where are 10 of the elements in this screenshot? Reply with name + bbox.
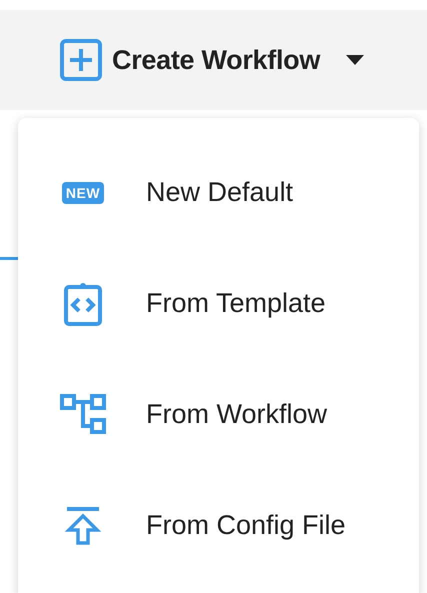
clipboard-code-icon	[63, 280, 103, 326]
upload-icon	[65, 506, 101, 546]
menu-item[interactable]: NEW New Default	[18, 137, 419, 248]
menu-item[interactable]: From Config File	[18, 470, 419, 581]
tab-indicator	[0, 257, 18, 260]
add-icon	[60, 39, 102, 81]
menu-item[interactable]: From Template	[18, 248, 419, 359]
caret-icon	[346, 55, 364, 65]
menu-item[interactable]: From Workflow	[18, 359, 419, 470]
new-badge: NEW	[62, 182, 104, 204]
